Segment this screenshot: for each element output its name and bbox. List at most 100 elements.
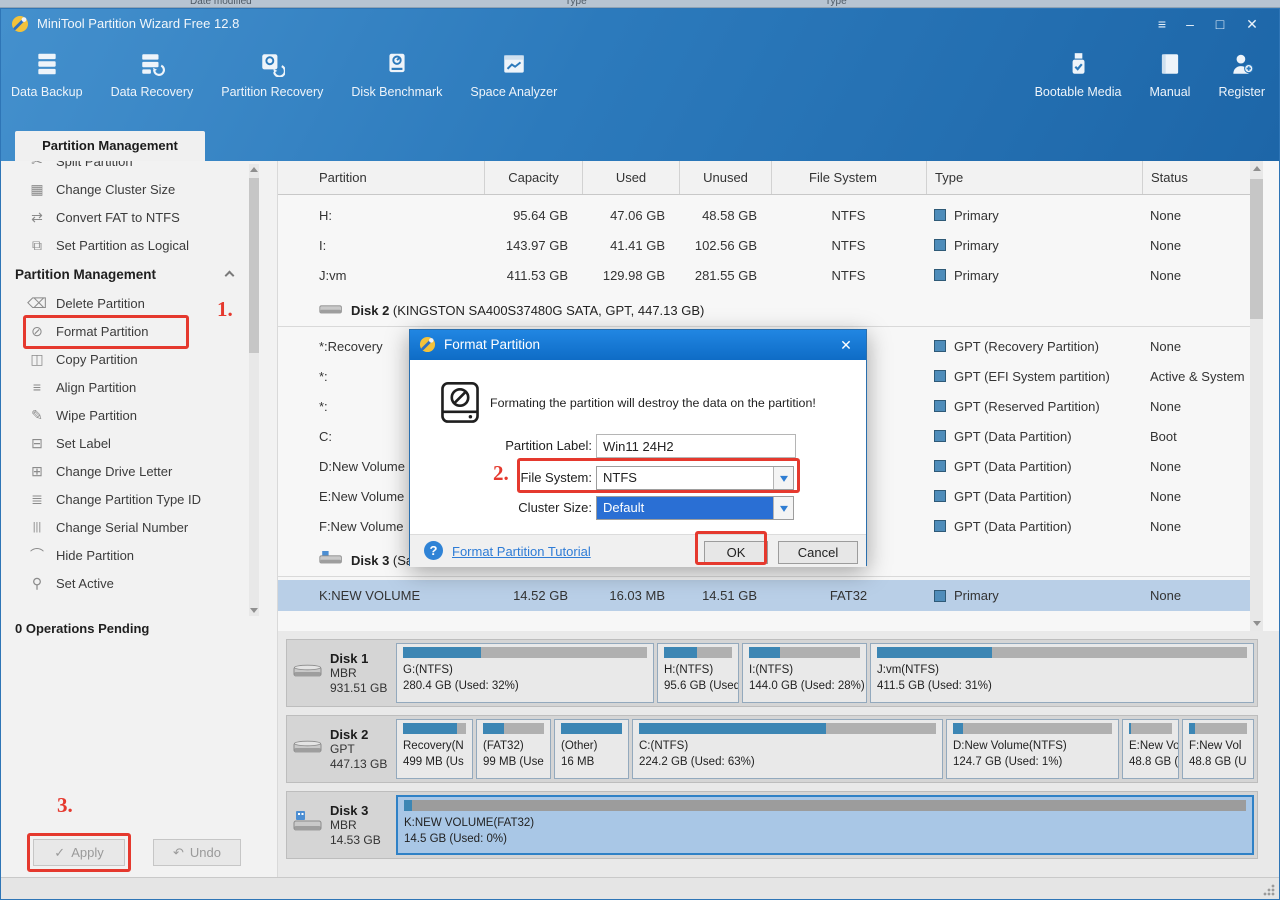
chart-window-icon (501, 49, 527, 79)
disk-map-partition[interactable]: (Other) 16 MB (554, 719, 629, 779)
partition-row-selected[interactable]: K:NEW VOLUME 14.52 GB 16.03 MB 14.51 GB … (278, 580, 1250, 611)
data-backup-button[interactable]: Data Backup (11, 49, 83, 99)
disk-map-row[interactable]: Disk 1 MBR 931.51 GB G:(NTFS) 280.4 GB (… (286, 639, 1258, 707)
ok-button[interactable]: OK (704, 541, 768, 564)
convert-arrows-icon: ⇄ (27, 209, 47, 226)
dialog-titlebar[interactable]: Format Partition ✕ (410, 330, 866, 360)
disk-map-partition[interactable]: (FAT32) 99 MB (Use (476, 719, 551, 779)
tutorial-link[interactable]: Format Partition Tutorial (452, 544, 591, 559)
sidebar-item-delete-partition[interactable]: ⌫ Delete Partition (1, 289, 249, 317)
sidebar-scrollbar-thumb[interactable] (249, 178, 259, 353)
disk-map-partition[interactable]: F:New Vol 48.8 GB (U (1182, 719, 1254, 779)
table-scrollbar-thumb[interactable] (1250, 179, 1263, 319)
disk-benchmark-button[interactable]: Disk Benchmark (351, 49, 442, 99)
sidebar: ✂ Split Partition ▦ Change Cluster Size … (1, 161, 278, 877)
undo-arrow-icon: ↶ (173, 845, 184, 861)
apply-button[interactable]: ✓ Apply (33, 839, 125, 866)
hard-drive-icon (384, 49, 410, 79)
cancel-button[interactable]: Cancel (778, 541, 858, 564)
sidebar-item-change-drive-letter[interactable]: ⊞ Change Drive Letter (1, 457, 249, 485)
header-area: MiniTool Partition Wizard Free 12.8 ≡ – … (1, 9, 1279, 161)
column-header[interactable]: Partition (278, 170, 484, 185)
undo-button[interactable]: ↶ Undo (153, 839, 241, 866)
sidebar-scrollbar[interactable] (249, 164, 259, 616)
menu-icon[interactable]: ≡ (1149, 13, 1175, 35)
data-recovery-button[interactable]: Data Recovery (111, 49, 194, 99)
table-scrollbar[interactable] (1250, 161, 1263, 631)
space-analyzer-button[interactable]: Space Analyzer (470, 49, 557, 99)
partition-row[interactable]: I: 143.97 GB 41.41 GB 102.56 GB NTFS Pri… (278, 230, 1250, 260)
sidebar-item-change-partition-type-id[interactable]: ≣ Change Partition Type ID (1, 485, 249, 513)
partition-recovery-button[interactable]: Partition Recovery (221, 49, 323, 99)
disk-map-partition[interactable]: G:(NTFS) 280.4 GB (Used: 32%) (396, 643, 654, 703)
disk-map-partition[interactable]: D:New Volume(NTFS) 124.7 GB (Used: 1%) (946, 719, 1119, 779)
titlebar[interactable]: MiniTool Partition Wizard Free 12.8 ≡ – … (1, 9, 1279, 39)
sidebar-item-set-label[interactable]: ⊟ Set Label (1, 429, 249, 457)
manual-button[interactable]: Manual (1149, 49, 1190, 99)
partition-row[interactable]: J:vm 411.53 GB 129.98 GB 281.55 GB NTFS … (278, 260, 1250, 290)
partition-row[interactable]: H: 95.64 GB 47.06 GB 48.58 GB NTFS Prima… (278, 200, 1250, 230)
table-header-row[interactable]: Partition Capacity Used Unused File Syst… (278, 161, 1250, 195)
sidebar-item-copy-partition[interactable]: ◫ Copy Partition (1, 345, 249, 373)
scroll-up-icon[interactable] (250, 167, 258, 172)
close-button[interactable]: ✕ (1239, 13, 1265, 35)
resize-grip[interactable] (1263, 884, 1275, 896)
disk-map-partition[interactable]: E:New Vol 48.8 GB (U (1122, 719, 1179, 779)
minimize-button[interactable]: – (1177, 13, 1203, 35)
maximize-button[interactable]: □ (1207, 13, 1233, 35)
sidebar-item-wipe-partition[interactable]: ✎ Wipe Partition (1, 401, 249, 429)
sidebar-item-align-partition[interactable]: ≡ Align Partition (1, 373, 249, 401)
sidebar-item-change-cluster-size[interactable]: ▦ Change Cluster Size (1, 175, 249, 203)
column-header[interactable]: Unused (679, 161, 771, 194)
sidebar-item-format-partition[interactable]: ⊘ Format Partition (1, 317, 249, 345)
partition-label-input[interactable] (596, 434, 796, 458)
app-logo-icon (11, 15, 29, 38)
annotation-step-1: 1. (217, 297, 233, 322)
sidebar-item-hide-partition[interactable]: ⌒ Hide Partition (1, 541, 249, 569)
chevron-up-icon (225, 271, 235, 281)
copy-icon: ◫ (27, 351, 47, 368)
usage-bar (953, 723, 1112, 734)
disk-map-row[interactable]: Disk 2 GPT 447.13 GB Recovery(N 499 MB (… (286, 715, 1258, 783)
help-icon[interactable]: ? (424, 541, 443, 560)
column-header[interactable]: Status (1142, 161, 1250, 194)
column-header[interactable]: Capacity (484, 161, 582, 194)
gpt-type-icon (934, 370, 946, 382)
partition-label-label: Partition Label: (410, 434, 592, 458)
logical-tree-icon: ⧉ (27, 237, 47, 254)
tab-partition-management[interactable]: Partition Management (15, 131, 205, 161)
sidebar-item-change-serial-number[interactable]: ||| Change Serial Number (1, 513, 249, 541)
column-header[interactable]: File System (771, 161, 926, 194)
column-header[interactable]: Type (926, 161, 1142, 194)
sidebar-item-convert-fat-to-ntfs[interactable]: ⇄ Convert FAT to NTFS (1, 203, 249, 231)
disk-map-partition[interactable]: C:(NTFS) 224.2 GB (Used: 63%) (632, 719, 943, 779)
close-icon[interactable]: ✕ (834, 334, 858, 356)
cluster-size-select[interactable]: Default (596, 496, 794, 520)
scroll-down-icon[interactable] (250, 608, 258, 613)
chevron-down-icon[interactable] (773, 467, 793, 489)
disk-map-partition[interactable]: Recovery(N 499 MB (Us (396, 719, 473, 779)
register-button[interactable]: Register (1218, 49, 1265, 99)
disk-map-partition[interactable]: J:vm(NTFS) 411.5 GB (Used: 31%) (870, 643, 1254, 703)
column-header[interactable]: Used (582, 161, 679, 194)
disk-map-partition[interactable]: H:(NTFS) 95.6 GB (Used (657, 643, 739, 703)
usage-bar (483, 723, 544, 734)
chevron-down-icon[interactable] (773, 497, 793, 519)
sidebar-section-partition-management[interactable]: Partition Management (1, 259, 249, 289)
disk-info[interactable]: Disk 3 MBR 14.53 GB (287, 792, 393, 858)
book-icon (1157, 49, 1183, 79)
sidebar-item-set-active[interactable]: ⚲ Set Active (1, 569, 249, 597)
scroll-up-icon[interactable] (1253, 166, 1261, 171)
disk-map-partition[interactable]: I:(NTFS) 144.0 GB (Used: 28%) (742, 643, 867, 703)
scroll-down-icon[interactable] (1253, 621, 1261, 626)
sidebar-item-set-partition-as-logical[interactable]: ⧉ Set Partition as Logical (1, 231, 249, 259)
disk-group-row[interactable]: Disk 2 (KINGSTON SA400S37480G SATA, GPT,… (278, 295, 1250, 327)
sidebar-item-split-partition[interactable]: ✂ Split Partition (1, 161, 249, 175)
bootable-media-button[interactable]: Bootable Media (1035, 49, 1122, 99)
disk-map-row[interactable]: Disk 3 MBR 14.53 GB K:NEW VOLUME(FAT32) … (286, 791, 1258, 859)
disk-info[interactable]: Disk 2 GPT 447.13 GB (287, 716, 393, 782)
file-system-select[interactable]: NTFS (596, 466, 794, 490)
disk-map-partition-selected[interactable]: K:NEW VOLUME(FAT32) 14.5 GB (Used: 0%) (396, 795, 1254, 855)
disk-info[interactable]: Disk 1 MBR 931.51 GB (287, 640, 393, 706)
toolbar-right: Bootable Media Manual Register (1035, 49, 1265, 99)
